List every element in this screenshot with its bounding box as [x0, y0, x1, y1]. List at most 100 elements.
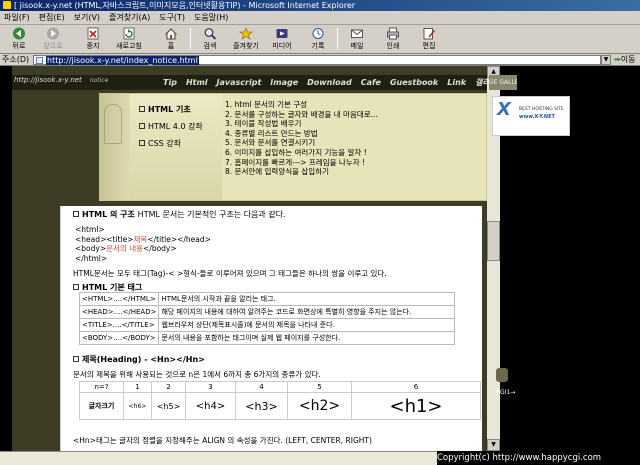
code-text: <body>: [75, 244, 107, 253]
toc-item[interactable]: 4. 종류별 리스트 만드는 방법: [225, 129, 378, 139]
stop-icon: [87, 27, 99, 40]
back-button[interactable]: 뒤로: [2, 27, 36, 50]
n-label-cell: n=?: [79, 381, 124, 393]
footer: Copyright(c) http://www.happycgi.com: [0, 451, 640, 465]
checkbox-icon: [139, 123, 145, 129]
forward-arrow-icon: [47, 27, 59, 40]
media-button[interactable]: 미디어: [265, 27, 299, 50]
side-link-css[interactable]: CSS 강좌: [139, 138, 181, 149]
article-content: HTML 의 구조 HTML 문서는 기본적인 구조는 다음과 같다. <htm…: [60, 206, 482, 451]
counter-badge[interactable]: BGI1→: [496, 389, 515, 396]
scroll-down-button[interactable]: ▼: [487, 439, 500, 451]
address-dropdown-button[interactable]: ▼: [601, 55, 611, 65]
menu-file[interactable]: 파일(F): [4, 11, 30, 25]
toc-item[interactable]: 6. 이미지를 삽입하는 여러가지 기능을 알자 !: [225, 148, 378, 158]
print-button[interactable]: 인쇄: [376, 27, 410, 50]
h1-cell: <h1>: [351, 392, 481, 420]
home-button[interactable]: 홈: [154, 27, 188, 50]
side-link-html4[interactable]: HTML 4.0 강좌: [139, 121, 203, 132]
copyright-text: Copyright(c) http://www.happycgi.com: [437, 453, 602, 463]
nav-links: Tip Html Javascript Image Download Cafe Guestb…: [163, 75, 521, 90]
star-icon: [239, 27, 253, 40]
h4-cell: <h4>: [185, 392, 236, 420]
num-cell: 4: [235, 381, 288, 393]
address-label: 주소(D): [2, 55, 30, 64]
side-link-html-basics[interactable]: HTML 기초: [139, 104, 191, 115]
h5-cell: <h5>: [151, 392, 186, 420]
stop-button[interactable]: 중지: [76, 27, 110, 50]
refresh-button[interactable]: 새로고침: [112, 27, 146, 50]
gallery-banner[interactable]: GE GALLERY: [489, 75, 517, 90]
nav-guestbook[interactable]: Guestbook: [390, 75, 438, 90]
go-arrow-icon: ➡: [614, 55, 621, 64]
toc-item[interactable]: 3. 테이블 작성법 배우기: [225, 119, 378, 129]
nav-cafe[interactable]: Cafe: [361, 75, 381, 90]
toc-item[interactable]: 7. 홈페이지를 빠르게---> 프레임을 나누자 !: [225, 158, 378, 168]
site-logo[interactable]: http://jisook.x-y.net notice: [14, 76, 108, 84]
h6-cell: <h6>: [123, 392, 152, 420]
toolbar-separator: [337, 28, 338, 50]
table-row: 글자크기 <h6> <h5> <h4> <h3> <h2> <h1>: [79, 392, 481, 420]
nav-download[interactable]: Download: [307, 75, 352, 90]
nav-javascript[interactable]: Javascript: [217, 75, 262, 90]
scroll-thumb[interactable]: [487, 221, 500, 261]
site-nav: http://jisook.x-y.net notice Tip Html Javas…: [12, 75, 512, 90]
code-text: <head><title>: [75, 234, 134, 244]
ad-domain: www.X-Y.NET: [519, 114, 555, 120]
num-cell: 1: [123, 381, 152, 393]
refresh-icon: [123, 27, 135, 40]
favorites-button[interactable]: 즐겨찾기: [229, 27, 263, 50]
desc-cell: HTML문서의 시작과 끝을 알리는 태그.: [158, 292, 455, 306]
code-text: </title></head>: [147, 234, 211, 244]
hosting-ad[interactable]: X BEST HOSTING SITE www.X-Y.NET: [492, 96, 570, 136]
tag-cell: <BODY>....</BODY>: [78, 331, 160, 345]
code-line: <head><title>제목</title></head>: [75, 235, 211, 245]
menu-help[interactable]: 도움말(H): [194, 11, 228, 25]
toc-item[interactable]: 1. html 문서의 기본 구성: [225, 100, 378, 110]
heading-size-table: n=? 1 2 3 4 5 6 글자크기 <h6> <h5> <h4> <h3>…: [79, 381, 481, 420]
intro-panel: HTML 기초 HTML 4.0 강좌 CSS 강좌 1. html 문서의 기…: [99, 93, 487, 201]
counter-figure-icon: [496, 368, 508, 382]
menu-edit[interactable]: 편집(E): [39, 11, 65, 25]
checkbox-icon: [139, 140, 145, 146]
code-line: <html>: [75, 225, 105, 234]
address-url: http://jisook.x-y.net/index_notice.html: [46, 56, 199, 65]
nav-link[interactable]: Link: [447, 75, 466, 90]
address-input[interactable]: http://jisook.x-y.net/index_notice.html: [33, 55, 601, 65]
row-label-cell: 글자크기: [79, 392, 124, 420]
menu-favorites[interactable]: 즐겨찾기(A): [109, 11, 150, 25]
mail-button[interactable]: 메일: [340, 27, 374, 50]
toc-item[interactable]: 5. 문서와 문서를 연결시키기: [225, 138, 378, 148]
table-row: <HTML>....</HTML> HTML문서의 시작과 끝을 알리는 태그.: [78, 292, 455, 306]
tag-cell: <HTML>....</HTML>: [78, 292, 160, 306]
menu-tools[interactable]: 도구(T): [159, 11, 185, 25]
menu-view[interactable]: 보기(V): [74, 11, 100, 25]
history-button[interactable]: 기록: [301, 27, 335, 50]
search-button[interactable]: 검색: [193, 27, 227, 50]
side-link-label: HTML 4.0 강좌: [148, 122, 203, 131]
nav-tip[interactable]: Tip: [163, 75, 177, 90]
go-label: 이동: [620, 55, 636, 64]
h2-cell: <h2>: [287, 392, 352, 420]
go-button[interactable]: ➡이동: [614, 55, 635, 65]
nav-html[interactable]: Html: [186, 75, 208, 90]
nav-image[interactable]: Image: [270, 75, 298, 90]
table-row: n=? 1 2 3 4 5 6: [79, 381, 481, 393]
page-frame: http://jisook.x-y.net notice Tip Html Javas…: [12, 66, 512, 451]
section-title-text: HTML 기본 태그: [82, 283, 143, 292]
chevron-down-icon: ▼: [603, 56, 609, 63]
decorative-photo: [100, 94, 130, 200]
toc-item[interactable]: 2. 문서를 구성하는 글자와 배경을 내 마음대로...: [225, 110, 378, 120]
section-title-text: 제목(Heading) - <Hn></Hn>: [82, 355, 205, 364]
toc-item[interactable]: 8. 문서안에 입력양식을 삽입하기: [225, 167, 378, 177]
code-text: </body>: [143, 244, 177, 253]
tag-cell: <TITLE>....</TITLE>: [78, 318, 160, 332]
browser-viewport: http://jisook.x-y.net notice Tip Html Javas…: [0, 66, 640, 451]
forward-button[interactable]: 앞으로: [36, 27, 70, 50]
back-arrow-icon: [13, 27, 25, 40]
checkbox-icon: [73, 284, 79, 290]
chevron-down-icon: ▼: [491, 441, 496, 448]
edit-icon: [423, 28, 436, 40]
ie-logo-icon: [3, 1, 11, 9]
edit-button[interactable]: 편집: [412, 27, 446, 50]
